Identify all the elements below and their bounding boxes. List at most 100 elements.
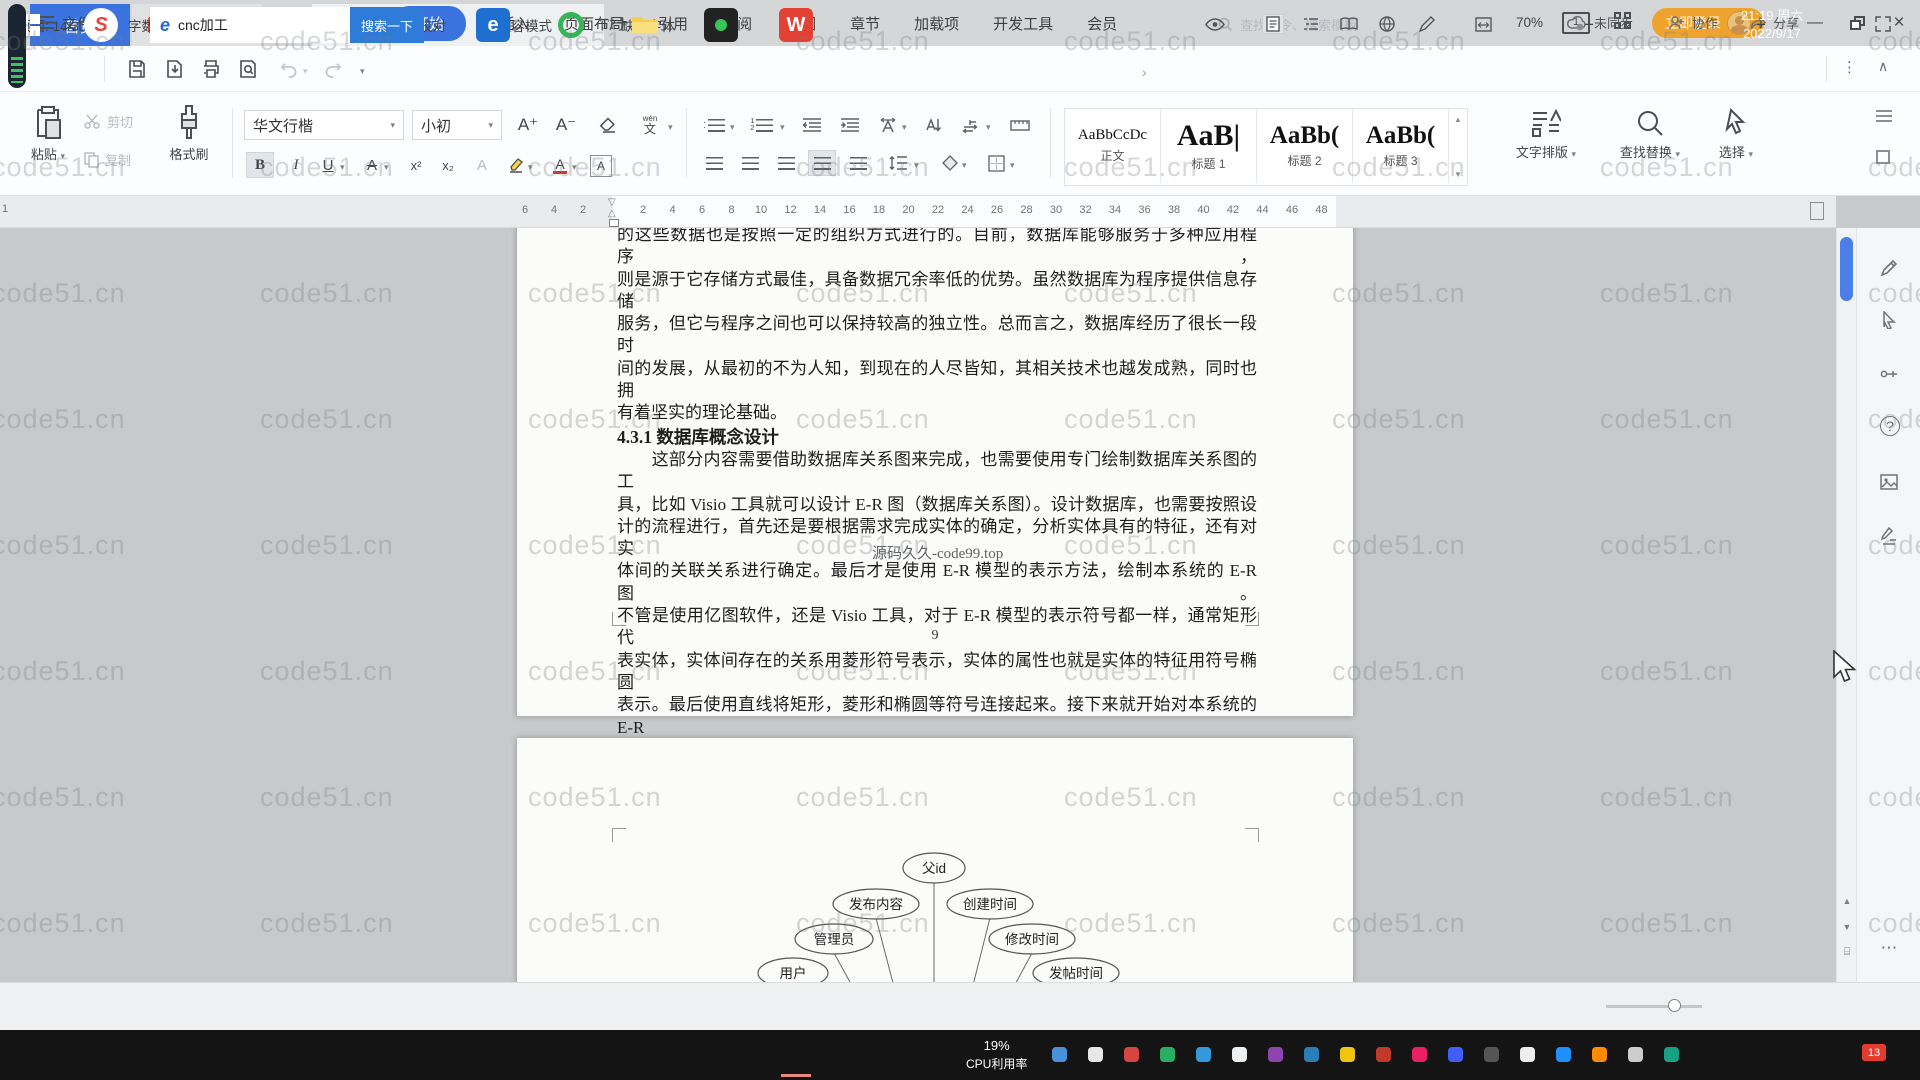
- align-justify-button[interactable]: [808, 150, 836, 176]
- tray-icon[interactable]: [1412, 1047, 1427, 1062]
- menu-tab[interactable]: 会员: [1087, 13, 1117, 34]
- highlight-caret[interactable]: ▾: [528, 162, 533, 173]
- zoom-out-button[interactable]: −: [1584, 15, 1594, 35]
- member-chevron-icon[interactable]: ›: [1142, 64, 1147, 80]
- tray-icon[interactable]: [1232, 1047, 1247, 1062]
- redo-history-caret[interactable]: ▾: [360, 66, 365, 77]
- document-viewport[interactable]: 的这些数据也是按照一定的组织方式进行的。目前，数据库能够服务于多种应用程序， 则是…: [0, 228, 1836, 982]
- sogou-input-icon[interactable]: S: [84, 8, 118, 42]
- font-color-caret[interactable]: ▾: [572, 162, 577, 173]
- left-indent-marker[interactable]: [609, 219, 619, 227]
- clear-format-button[interactable]: [594, 112, 622, 138]
- horizontal-ruler[interactable]: 6 4 2 2 4 6 8 10 12 14 16 18 20 22 24 26 28 30 32 34 36 38 40 4…: [0, 196, 1836, 228]
- tray-icon[interactable]: [1304, 1047, 1319, 1062]
- ink-pen-icon[interactable]: [1416, 14, 1438, 34]
- fit-page-icon[interactable]: [1472, 14, 1494, 34]
- align-center-button[interactable]: [736, 150, 764, 176]
- tray-icon[interactable]: [1124, 1047, 1139, 1062]
- tray-icon[interactable]: [1088, 1047, 1103, 1062]
- tray-icon[interactable]: [1664, 1047, 1679, 1062]
- wps-app-icon[interactable]: W: [779, 8, 813, 42]
- align-right-button[interactable]: [772, 150, 800, 176]
- output-button[interactable]: [163, 58, 185, 80]
- tray-icon[interactable]: [1160, 1047, 1175, 1062]
- align-left-button[interactable]: [700, 150, 728, 176]
- extract-tool-icon[interactable]: [1877, 362, 1901, 386]
- zoom-slider-handle[interactable]: [1668, 999, 1681, 1012]
- tray-icon[interactable]: [1628, 1047, 1643, 1062]
- fullscreen-icon[interactable]: [1872, 14, 1894, 34]
- bookmark-tool-icon[interactable]: [1877, 524, 1901, 548]
- tray-icon[interactable]: [1484, 1047, 1499, 1062]
- menu-tab[interactable]: 章节: [850, 13, 880, 34]
- underline-button[interactable]: U: [314, 152, 342, 178]
- style-gallery-scroll[interactable]: ▲ ▼: [1449, 109, 1467, 185]
- collapse-ribbon-icon[interactable]: ∧: [1878, 58, 1888, 75]
- print-button[interactable]: [200, 58, 222, 80]
- line-spacing-caret[interactable]: ▾: [914, 160, 919, 171]
- redo-button[interactable]: [322, 58, 344, 80]
- underline-caret[interactable]: ▾: [340, 162, 345, 173]
- style-cell[interactable]: AaBb( 标题 2: [1257, 109, 1353, 183]
- cpu-meter[interactable]: 19% CPU利用率: [966, 1036, 1027, 1074]
- cut-button[interactable]: 剪切: [84, 112, 133, 131]
- taskbar-search-button[interactable]: 搜索一下: [350, 7, 424, 43]
- phonetic-guide-button[interactable]: wén 文: [636, 112, 664, 138]
- style-cell[interactable]: AaBbCcDc 正文: [1065, 109, 1161, 183]
- vertical-scrollbar[interactable]: ▲ ▼ ⌸: [1836, 228, 1856, 982]
- text-effects-button[interactable]: A: [468, 152, 496, 178]
- phonetic-caret[interactable]: ▾: [668, 122, 673, 133]
- find-replace-button[interactable]: 查找替换 ▾: [1612, 108, 1688, 161]
- strikethrough-button[interactable]: A: [358, 152, 386, 178]
- view-outline-icon[interactable]: [1300, 14, 1322, 34]
- bullet-caret[interactable]: ▾: [730, 122, 735, 133]
- dock-handle[interactable]: [8, 4, 26, 88]
- tray-icon[interactable]: [1448, 1047, 1463, 1062]
- edit-pen-icon[interactable]: [1877, 256, 1901, 280]
- view-book-icon[interactable]: [1338, 14, 1360, 34]
- sort-button[interactable]: [920, 112, 948, 138]
- tray-icon[interactable]: [1340, 1047, 1355, 1062]
- char-scaling-caret[interactable]: ▾: [902, 122, 907, 133]
- copy-button[interactable]: 复制: [84, 150, 131, 169]
- collaborate-button[interactable]: 协作: [1668, 13, 1718, 32]
- line-spacing-button[interactable]: [884, 150, 912, 176]
- undo-caret[interactable]: ▾: [303, 66, 308, 77]
- tray-icon[interactable]: [1052, 1047, 1067, 1062]
- view-page-icon[interactable]: [1262, 14, 1284, 34]
- zoom-value[interactable]: 70%: [1516, 15, 1543, 30]
- char-scaling-button[interactable]: [874, 112, 902, 138]
- panel-toggle-icon[interactable]: [1876, 150, 1890, 164]
- borders-caret[interactable]: ▾: [1010, 160, 1015, 171]
- number-list-button[interactable]: 12: [748, 112, 776, 138]
- increase-font-button[interactable]: A⁺: [514, 112, 542, 138]
- style-cell[interactable]: AaB| 标题 1: [1161, 109, 1257, 183]
- restore-button[interactable]: [1842, 10, 1872, 36]
- strikethrough-caret[interactable]: ▾: [384, 162, 389, 173]
- ruler-toggle-icon[interactable]: [1810, 202, 1824, 220]
- more-options-icon[interactable]: ⋮: [1842, 58, 1857, 76]
- text-direction-button[interactable]: [956, 112, 984, 138]
- menu-tab[interactable]: 开发工具: [993, 13, 1053, 34]
- undo-button[interactable]: [278, 58, 300, 80]
- tray-icon[interactable]: [1556, 1047, 1571, 1062]
- tray-icon[interactable]: [1376, 1047, 1391, 1062]
- view-web-icon[interactable]: [1376, 14, 1398, 34]
- bold-button[interactable]: B: [246, 152, 274, 178]
- tray-icon[interactable]: [1268, 1047, 1283, 1062]
- zoom-slider-track[interactable]: [1606, 1005, 1702, 1008]
- media-app-icon[interactable]: [704, 8, 738, 42]
- style-scroll-down-icon[interactable]: ▼: [1454, 170, 1462, 179]
- hanging-indent-marker[interactable]: △: [608, 208, 616, 219]
- tray-icon[interactable]: [1196, 1047, 1211, 1062]
- decrease-font-button[interactable]: A⁻: [552, 112, 580, 138]
- browser-app-icon[interactable]: e: [476, 8, 510, 42]
- highlight-color-button[interactable]: [502, 152, 530, 178]
- bullet-list-button[interactable]: ⁚: [700, 112, 728, 138]
- style-cell[interactable]: AaBb( 标题 3: [1353, 109, 1449, 183]
- format-painter-button[interactable]: 格式刷: [158, 104, 220, 163]
- paste-button[interactable]: 粘贴 ▾: [24, 104, 72, 163]
- sync-status[interactable]: 未同步: [1566, 13, 1633, 32]
- text-direction-caret[interactable]: ▾: [986, 122, 991, 133]
- print-preview-button[interactable]: [237, 58, 259, 80]
